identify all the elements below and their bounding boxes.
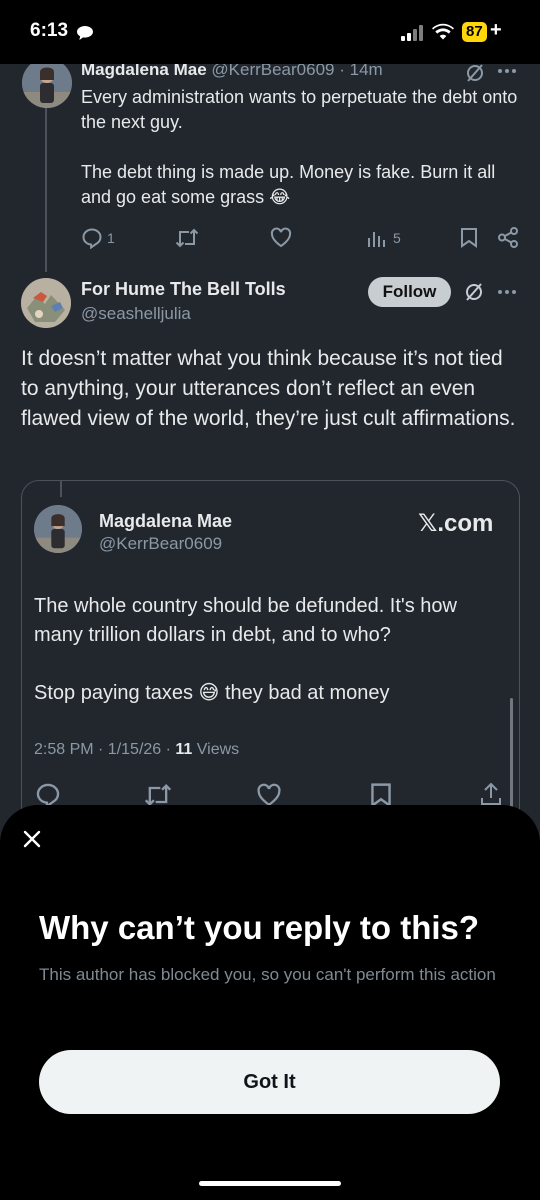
author-name[interactable]: Magdalena Mae: [99, 511, 232, 532]
post-paragraph: Stop paying taxes 😅 they bad at money: [34, 682, 390, 704]
more-icon[interactable]: [497, 68, 517, 74]
like-icon[interactable]: [256, 783, 282, 807]
post-paragraph: The debt thing is made up. Money is fake…: [81, 162, 496, 207]
like-icon[interactable]: [270, 227, 292, 248]
site-label: 𝕏.com: [418, 510, 494, 537]
post-body: Every administration wants to perpetuate…: [81, 85, 521, 210]
more-icon[interactable]: [497, 289, 517, 295]
wifi-icon: [432, 23, 454, 40]
got-it-button[interactable]: Got It: [39, 1050, 500, 1114]
author-name[interactable]: For Hume The Bell Tolls: [81, 279, 286, 300]
scrollbar-thumb[interactable]: [510, 698, 513, 808]
bookmark-icon[interactable]: [460, 227, 478, 248]
post-paragraph: Every administration wants to perpetuate…: [81, 87, 518, 132]
timestamp-text: 2:58 PM · 1/15/26 ·: [34, 741, 176, 758]
sheet-description: This author has blocked you, so you can'…: [39, 965, 496, 984]
upload-icon[interactable]: [479, 781, 503, 807]
quoted-post-card[interactable]: Magdalena Mae @KerrBear0609 𝕏.com The wh…: [21, 480, 520, 842]
quote-connector: [60, 481, 62, 497]
views-count: 5: [393, 230, 401, 246]
status-bar: 6:13 87 +: [0, 0, 540, 64]
views-icon[interactable]: [367, 229, 387, 247]
post-paragraph: The whole country should be defunded. It…: [34, 595, 457, 646]
follow-button[interactable]: Follow: [368, 277, 451, 307]
views-label: Views: [192, 741, 240, 758]
quoted-post-body: The whole country should be defunded. It…: [34, 592, 504, 708]
home-indicator[interactable]: [199, 1181, 341, 1186]
grok-icon[interactable]: [464, 62, 486, 84]
post-body: It doesn’t matter what you think because…: [21, 347, 516, 430]
author-handle[interactable]: @KerrBear0609: [99, 534, 222, 554]
retweet-icon[interactable]: [175, 227, 199, 249]
sheet-title: Why can’t you reply to this?: [39, 909, 480, 946]
close-icon[interactable]: [22, 829, 42, 849]
signal-icon: [401, 25, 425, 41]
charging-indicator: +: [490, 19, 502, 41]
share-icon[interactable]: [497, 227, 519, 248]
grok-icon[interactable]: [463, 281, 485, 303]
post-timestamp: 2:58 PM · 1/15/26 · 11 Views: [34, 741, 239, 759]
avatar[interactable]: [34, 505, 82, 553]
views-action[interactable]: 5: [367, 226, 401, 250]
battery-level: 87: [462, 22, 487, 42]
chat-bubble-icon: [76, 25, 94, 41]
reply-action[interactable]: 1: [81, 226, 115, 250]
reply-count: 1: [107, 230, 115, 246]
avatar[interactable]: [22, 58, 72, 108]
author-handle[interactable]: @seashelljulia: [81, 304, 191, 324]
reply-icon[interactable]: [81, 227, 103, 249]
status-time: 6:13: [30, 20, 69, 41]
views-count: 11: [175, 741, 193, 758]
thread-connector: [45, 108, 47, 272]
blocked-reply-sheet: Why can’t you reply to this? This author…: [0, 805, 540, 1200]
app-screen: 6:13 87 + Magdalena Mae @KerrBear0609 · …: [0, 0, 540, 1200]
avatar[interactable]: [21, 278, 71, 328]
